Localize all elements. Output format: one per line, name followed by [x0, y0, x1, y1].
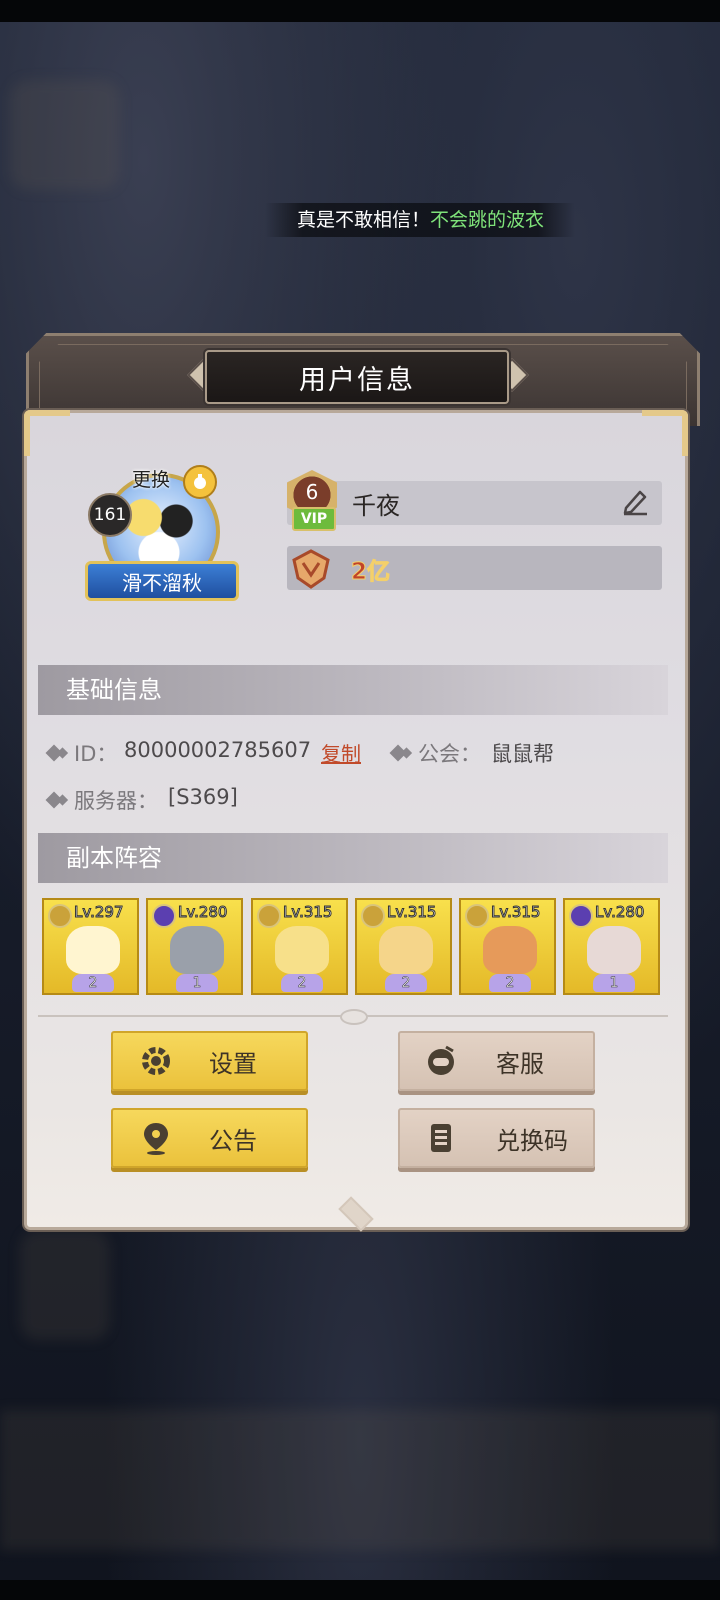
id-label: ID：: [74, 742, 118, 766]
hero-card[interactable]: Lv.315 2: [251, 898, 348, 995]
hero-card[interactable]: Lv.280 1: [563, 898, 660, 995]
hero-class-icon: [465, 904, 489, 928]
bg-bottom-nav: [0, 1410, 720, 1550]
hero-star-badge: 2: [281, 974, 323, 992]
notice-label: 公告: [209, 1126, 257, 1155]
hero-star-badge: 1: [593, 974, 635, 992]
hero-portrait: [587, 926, 641, 974]
hero-card[interactable]: Lv.315 2: [459, 898, 556, 995]
settings-button[interactable]: 设置: [111, 1031, 308, 1091]
avatar-frame-name: 滑不溜秋: [85, 561, 239, 601]
ticker-highlight: 不会跳的波衣: [430, 209, 545, 231]
basic-info-header: 基础信息: [38, 665, 668, 715]
name-row: [287, 481, 662, 525]
bullet-icon: [45, 744, 63, 762]
settings-label: 设置: [209, 1049, 257, 1078]
corner-ornament-left: [24, 410, 70, 456]
ticker-text: 真是不敢相信！: [297, 209, 431, 231]
guild-value: 鼠鼠帮: [491, 742, 554, 766]
vip-label: VIP: [292, 507, 336, 531]
redeem-code-button[interactable]: 兑换码: [398, 1108, 595, 1168]
bg-portrait: [10, 80, 120, 190]
server-value: [S369]: [168, 785, 238, 809]
guild-label: 公会：: [418, 742, 481, 766]
document-icon: [431, 1124, 451, 1152]
hero-star-badge: 2: [385, 974, 427, 992]
support-label: 客服: [496, 1049, 544, 1078]
hero-card[interactable]: Lv.280 1: [146, 898, 243, 995]
edit-name-icon[interactable]: [620, 486, 650, 516]
hero-portrait: [275, 926, 329, 974]
change-avatar-icon[interactable]: [183, 465, 217, 499]
headset-icon: [428, 1045, 454, 1075]
hero-class-icon: [257, 904, 281, 928]
navigation-bar: [0, 1580, 720, 1600]
dialog-title: 用户信息: [205, 350, 509, 404]
hero-class-icon: [152, 904, 176, 928]
vip-badge: 6 VIP: [283, 470, 341, 534]
id-value: 80000002785607: [124, 738, 312, 762]
gear-icon: [142, 1047, 170, 1075]
hero-level: Lv.315: [386, 903, 437, 922]
status-bar: [0, 0, 720, 22]
power-row: [287, 546, 662, 590]
copy-id-button[interactable]: 复制: [321, 738, 361, 767]
broadcast-ticker: 真是不敢相信！不会跳的波衣: [265, 203, 575, 237]
hero-portrait: [66, 926, 120, 974]
notice-button[interactable]: 公告: [111, 1108, 308, 1168]
id-row: ID：: [45, 738, 118, 768]
hero-level: Lv.297: [73, 903, 124, 922]
support-button[interactable]: 客服: [398, 1031, 595, 1091]
player-level-badge: 161: [88, 493, 132, 537]
hero-portrait: [483, 926, 537, 974]
hero-star-badge: 2: [489, 974, 531, 992]
bg-character: [20, 1230, 110, 1340]
hero-level: Lv.315: [490, 903, 541, 922]
location-pin-icon: [144, 1123, 168, 1155]
hero-class-icon: [48, 904, 72, 928]
redeem-code-label: 兑换码: [496, 1126, 568, 1155]
server-row: 服务器：: [45, 785, 158, 815]
avatar-portrait: [120, 493, 198, 563]
combat-power-icon: [290, 548, 332, 590]
divider-ornament: [340, 1009, 368, 1025]
corner-ornament-right: [642, 410, 688, 456]
bullet-icon: [389, 744, 407, 762]
hero-star-badge: 1: [176, 974, 218, 992]
server-label: 服务器：: [74, 789, 158, 813]
hero-level: Lv.280: [594, 903, 645, 922]
hero-card[interactable]: Lv.297 2: [42, 898, 139, 995]
avatar[interactable]: 161 更换 滑不溜秋: [80, 463, 240, 613]
hero-portrait: [379, 926, 433, 974]
hero-portrait: [170, 926, 224, 974]
hero-class-icon: [361, 904, 385, 928]
hero-level: Lv.315: [282, 903, 333, 922]
hero-star-badge: 2: [72, 974, 114, 992]
hero-card[interactable]: Lv.315 2: [355, 898, 452, 995]
lineup-header: 副本阵容: [38, 833, 668, 883]
hero-level: Lv.280: [177, 903, 228, 922]
vip-level: 6: [305, 480, 319, 504]
hero-class-icon: [569, 904, 593, 928]
bullet-icon: [45, 791, 63, 809]
guild-row: 公会：: [389, 738, 481, 768]
player-name: 千夜: [352, 492, 400, 520]
change-avatar-label[interactable]: 更换: [132, 465, 170, 492]
combat-power-value: 2亿: [350, 559, 391, 586]
